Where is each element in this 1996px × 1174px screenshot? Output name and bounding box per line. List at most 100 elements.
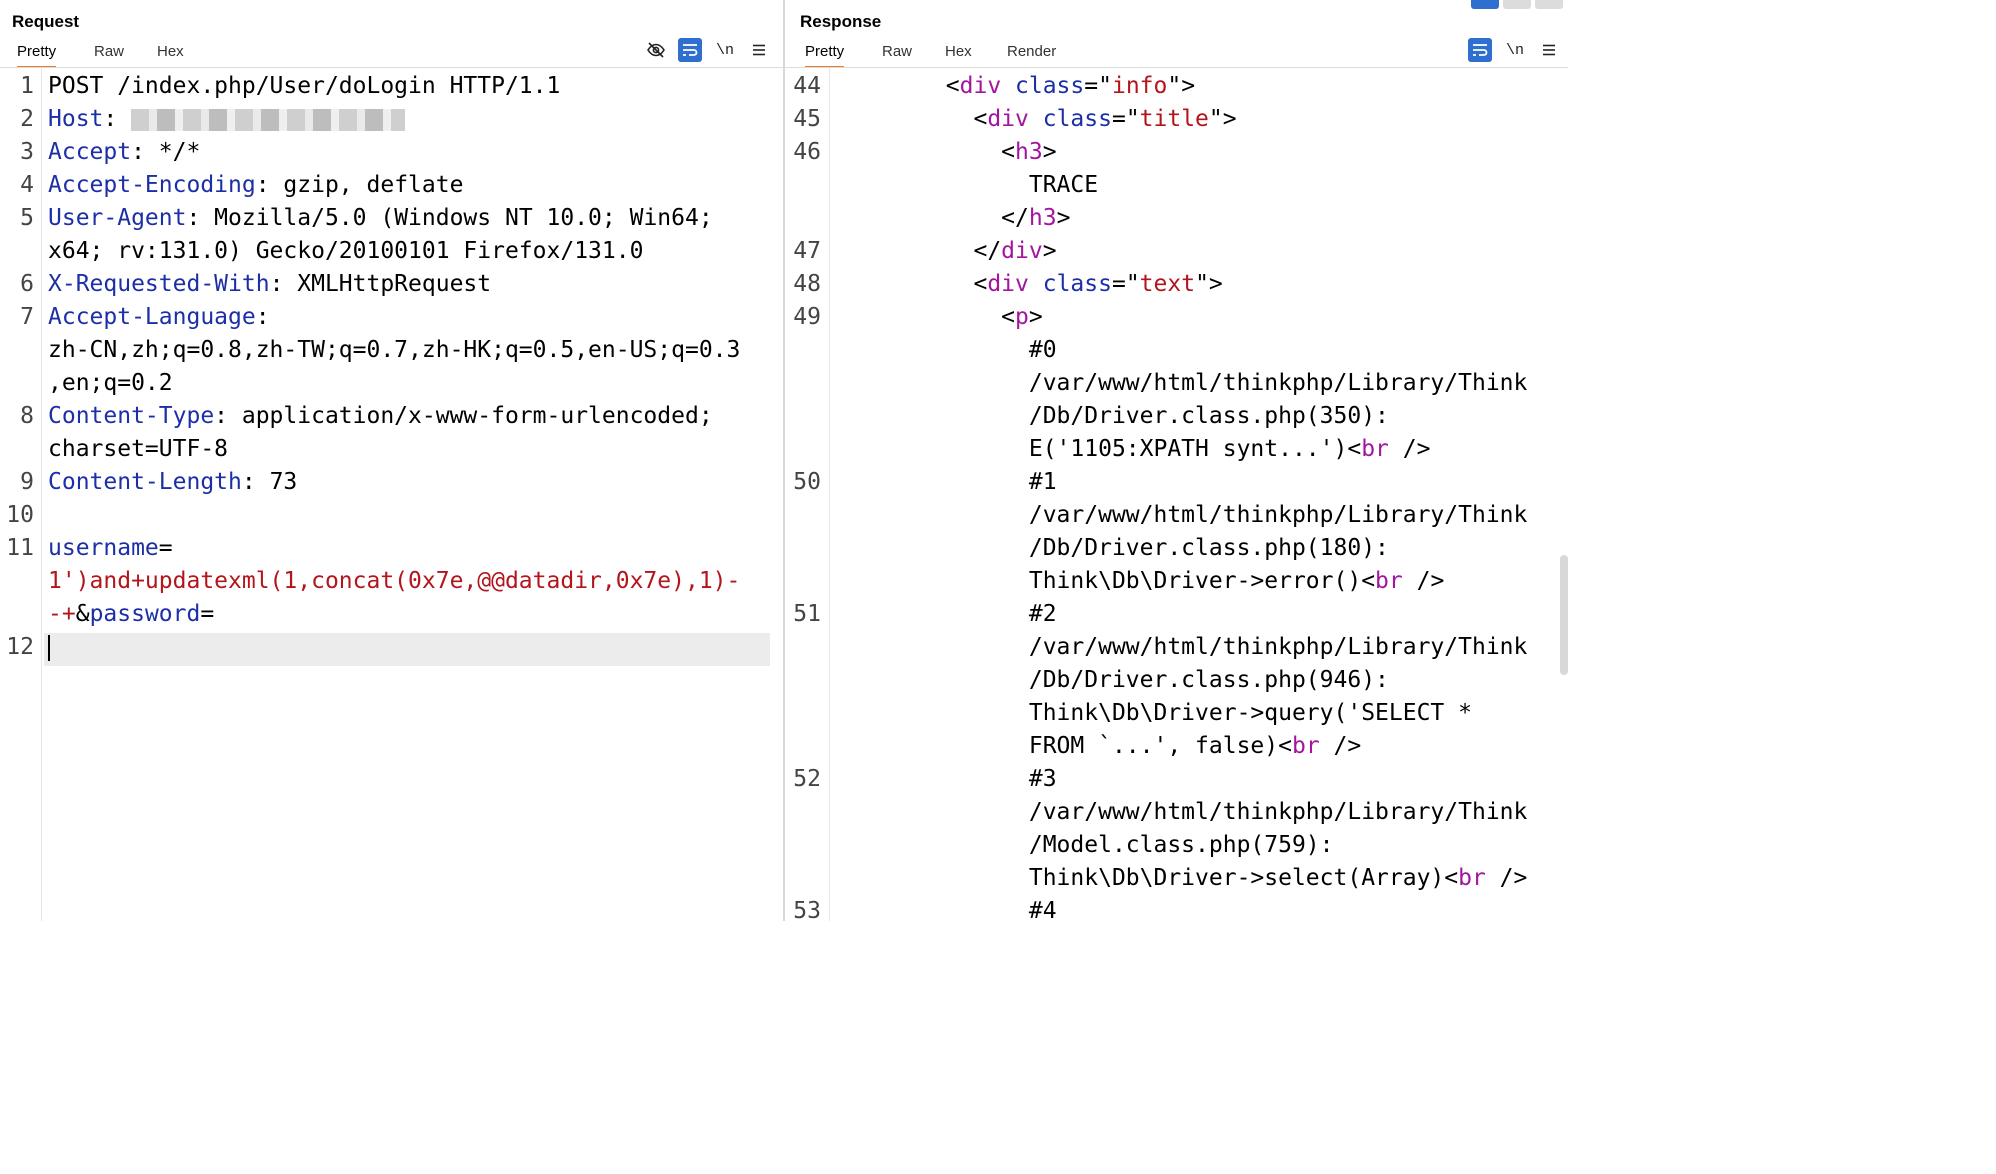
code-token: User-Agent: [48, 205, 187, 231]
tab-raw[interactable]: Raw: [882, 41, 912, 66]
code-token: Think\Db\Driver->select(Array)<: [835, 865, 1459, 891]
line-number: 48: [793, 271, 821, 297]
code-token: Accept: [48, 139, 132, 165]
code-token: br: [1361, 436, 1389, 462]
tab-render[interactable]: Render: [1007, 41, 1056, 66]
line-number: 49: [793, 304, 821, 330]
code-token: TRACE: [835, 172, 1099, 198]
code-token: />: [1402, 568, 1445, 594]
code-token: class: [1028, 271, 1112, 297]
code-text: TRACE: [835, 169, 1098, 202]
code-token: info: [1111, 73, 1168, 99]
layout-toggle-icon[interactable]: [1471, 0, 1499, 9]
code-line: /var/www/html/thinkphp/Library/Think: [785, 796, 1568, 829]
code-line: 11 username=: [0, 532, 783, 565]
code-text: <div class="info">: [835, 70, 1195, 103]
code-token: Content-Length: [48, 469, 242, 495]
code-line: Think\Db\Driver->select(Array)<br />: [785, 862, 1568, 895]
code-token: #2: [835, 601, 1057, 627]
code-token: =": [1111, 106, 1140, 132]
code-line: 5 User-Agent: Mozilla/5.0 (Windows NT 10.…: [0, 202, 783, 235]
response-scrollbar[interactable]: [1560, 555, 1568, 675]
tab-pretty[interactable]: Pretty: [17, 41, 57, 68]
code-text: charset=UTF-8: [48, 433, 228, 466]
text-cursor: [48, 634, 50, 661]
menu-icon[interactable]: [747, 38, 771, 62]
code-token: E('1105:XPATH synt...')<: [835, 436, 1362, 462]
code-token: </: [835, 238, 1002, 264]
code-token: h3: [1015, 139, 1043, 165]
line-number: 46: [793, 139, 821, 165]
response-editor[interactable]: 44 <div class="info"> 45 <div class="titl…: [785, 68, 1568, 921]
code-token: h3: [1028, 205, 1057, 231]
layout-toggle-icon[interactable]: [1535, 0, 1563, 9]
code-token: >: [1042, 139, 1057, 165]
tab-raw[interactable]: Raw: [94, 41, 124, 66]
line-number: 8: [20, 403, 34, 429]
code-token: =": [1084, 73, 1112, 99]
line-number: 12: [6, 634, 34, 660]
line-number: 51: [793, 601, 821, 627]
menu-icon[interactable]: [1537, 38, 1561, 62]
code-text: E('1105:XPATH synt...')<br />: [835, 433, 1431, 466]
code-text: zh-CN,zh;q=0.8,zh-TW;q=0.7,zh-HK;q=0.5,e…: [48, 334, 740, 367]
code-token: ,en;q=0.2: [48, 370, 173, 396]
code-text: Accept-Language:: [48, 301, 270, 334]
line-number: 47: [793, 238, 821, 264]
line-number: 2: [20, 106, 34, 132]
layout-toggle-icon[interactable]: [1503, 0, 1531, 9]
code-line: /Model.class.php(759):: [785, 829, 1568, 862]
code-token: /Db/Driver.class.php(350):: [835, 403, 1389, 429]
code-line: -+&password=: [0, 598, 783, 631]
code-token: FROM `...', false)<: [835, 733, 1292, 759]
code-line: 46 <h3>: [785, 136, 1568, 169]
code-text: /Db/Driver.class.php(946):: [835, 664, 1389, 697]
code-token: text: [1139, 271, 1196, 297]
code-token: #4: [835, 898, 1057, 921]
code-text: /var/www/html/thinkphp/Library/Think: [835, 499, 1528, 532]
code-token: :: [103, 106, 132, 132]
code-text: Think\Db\Driver->error()<br />: [835, 565, 1444, 598]
code-text: /var/www/html/thinkphp/Library/Think: [835, 367, 1528, 400]
line-number: 3: [20, 139, 34, 165]
code-token: =: [200, 601, 215, 627]
code-text: #2: [835, 598, 1057, 631]
code-token: X-Requested-With: [48, 271, 270, 297]
wrap-icon[interactable]: [1468, 38, 1492, 62]
line-number: 45: [793, 106, 821, 132]
wrap-icon[interactable]: [678, 38, 702, 62]
tab-pretty[interactable]: Pretty: [805, 41, 845, 68]
code-token: div: [959, 73, 1002, 99]
code-token: >: [1028, 304, 1043, 330]
code-line: 6 X-Requested-With: XMLHttpRequest: [0, 268, 783, 301]
code-text: User-Agent: Mozilla/5.0 (Windows NT 10.0…: [48, 202, 713, 235]
code-line: Think\Db\Driver->query('SELECT *: [785, 697, 1568, 730]
code-line: /Db/Driver.class.php(180):: [785, 532, 1568, 565]
code-line: </h3>: [785, 202, 1568, 235]
tab-hex[interactable]: Hex: [157, 41, 184, 66]
newline-toggle[interactable]: \n: [1503, 38, 1527, 62]
code-line: /Db/Driver.class.php(350):: [785, 400, 1568, 433]
code-token: <: [835, 73, 960, 99]
code-line: 8 Content-Type: application/x-www-form-ur…: [0, 400, 783, 433]
code-line: 2 Host:: [0, 103, 783, 136]
newline-toggle[interactable]: \n: [713, 38, 737, 62]
code-token: : application/x-www-form-urlencoded;: [214, 403, 713, 429]
code-line: 47 </div>: [785, 235, 1568, 268]
code-text: Accept-Encoding: gzip, deflate: [48, 169, 463, 202]
code-line: 1 POST /index.php/User/doLogin HTTP/1.1: [0, 70, 783, 103]
tab-hex[interactable]: Hex: [945, 41, 972, 66]
line-number: 10: [6, 502, 34, 528]
line-number: 5: [20, 205, 34, 231]
code-token: password: [89, 601, 201, 627]
code-line: 50 #1: [785, 466, 1568, 499]
hide-icon[interactable]: [644, 38, 668, 62]
code-text: Content-Type: application/x-www-form-url…: [48, 400, 713, 433]
code-text: <div class="text">: [835, 268, 1222, 301]
code-token: username: [48, 535, 159, 561]
request-editor[interactable]: 1 POST /index.php/User/doLogin HTTP/1.1 2 H…: [0, 68, 783, 921]
code-text: FROM `...', false)<br />: [835, 730, 1361, 763]
code-token: /var/www/html/thinkphp/Library/Think: [835, 370, 1528, 396]
code-text: /var/www/html/thinkphp/Library/Think: [835, 796, 1528, 829]
code-line: 52 #3: [785, 763, 1568, 796]
